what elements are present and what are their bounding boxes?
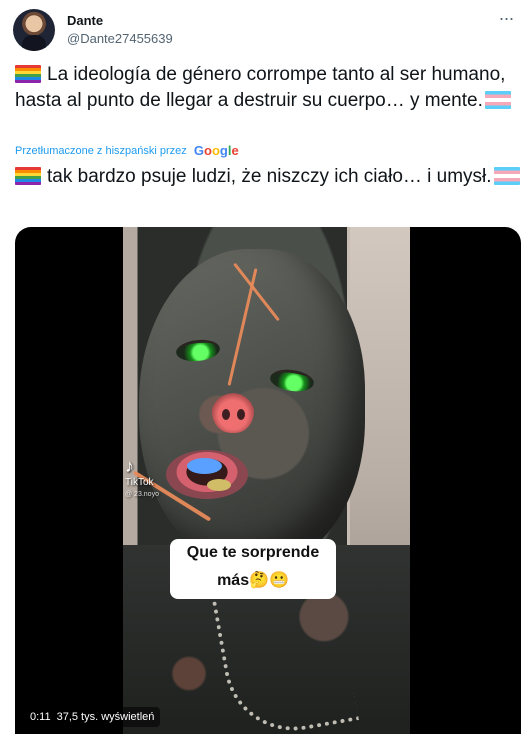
video-status: 0:11 37,5 tys. wyświetleń [24, 707, 161, 727]
video-frame[interactable]: ♪ TikTok @ 23.noyo [123, 227, 410, 734]
teeth [207, 479, 231, 491]
translation-note: Przetłumaczone z hiszpański przez [15, 145, 187, 157]
left-eye [175, 337, 221, 364]
tiktok-watermark: ♪ TikTok @ 23.noyo [125, 457, 165, 499]
handle[interactable]: @Dante27455639 [67, 31, 173, 47]
view-count: 37,5 tys. wyświetleń [56, 711, 155, 723]
tiktok-icon: ♪ [125, 456, 134, 476]
transgender-flag-icon [484, 91, 511, 109]
person-head [132, 249, 365, 567]
more-icon[interactable]: ··· [494, 9, 518, 29]
tiktok-label: TikTok [125, 477, 154, 488]
nose [212, 385, 254, 433]
rainbow-flag-icon [15, 65, 41, 83]
translation-attribution: Przetłumaczone z hiszpański przez Google [15, 144, 239, 158]
google-logo: Google [193, 143, 239, 158]
tweet-card: Dante @Dante27455639 ··· La ideología de… [0, 0, 532, 734]
tiktok-username: @ 23.noyo [125, 491, 159, 498]
video-player[interactable]: ♪ TikTok @ 23.noyo Que te sorprende más🤔… [15, 227, 521, 734]
display-name[interactable]: Dante [67, 13, 103, 29]
video-caption: Que te sorprende más🤔😬 [170, 539, 336, 599]
tongue [187, 458, 222, 474]
original-text: La ideología de género corrompe tanto al… [15, 64, 506, 111]
video-time: 0:11 [30, 711, 51, 723]
tweet-translated-text: tak bardzo psuje ludzi, że niszczy ich c… [15, 164, 521, 190]
tweet-original-text: La ideología de género corrompe tanto al… [15, 62, 521, 114]
translated-text: tak bardzo psuje ludzi, że niszczy ich c… [47, 166, 492, 187]
avatar[interactable] [13, 9, 55, 51]
transgender-flag-icon [493, 167, 520, 185]
right-eye [268, 367, 316, 394]
mouth [166, 450, 248, 499]
rainbow-flag-icon [15, 167, 41, 185]
